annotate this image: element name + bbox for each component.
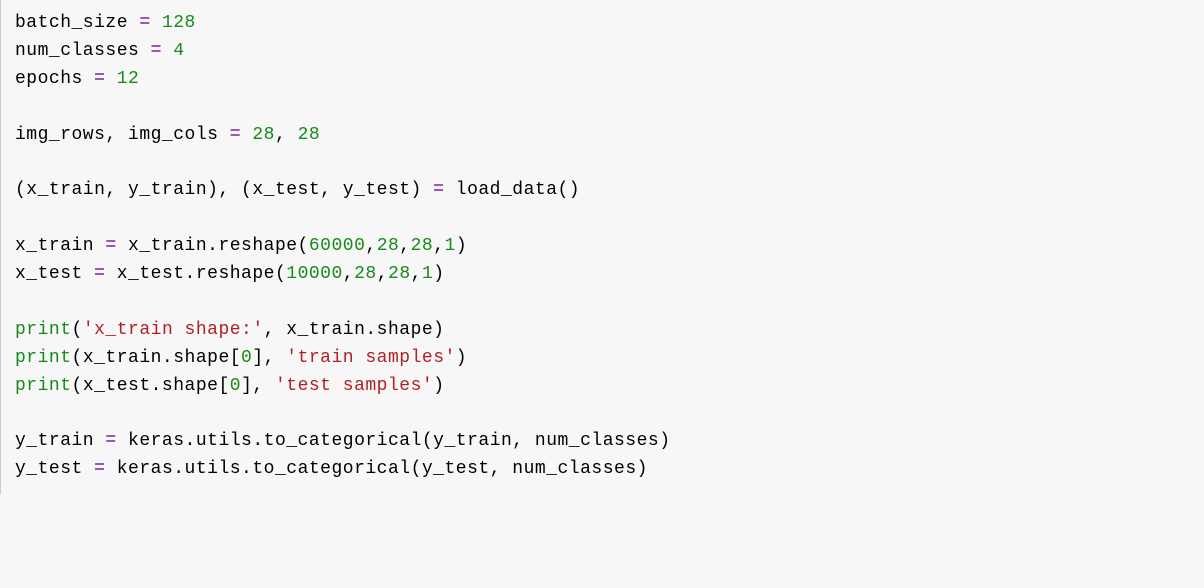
print-arg: (x_test.shape[ [72,376,230,396]
ident-x-test: x_test [15,264,94,284]
paren-close: ) [456,236,467,256]
print-arg: ], [241,376,275,396]
func-print: print [15,320,72,340]
op-assign: = [83,69,117,89]
comma: , [105,125,128,145]
comma: , [343,264,354,284]
num-10000: 10000 [286,264,343,284]
comma: , [377,264,388,284]
op-assign: = [105,431,128,451]
call-reshape: x_train.reshape( [128,236,309,256]
num-1: 1 [422,264,433,284]
ident-num-classes: num_classes [15,41,139,61]
ident-epochs: epochs [15,69,83,89]
ident-img-rows: img_rows [15,125,105,145]
ident-batch-size: batch_size [15,13,128,33]
ident-y-train: y_train [15,431,105,451]
str-train-samples: 'train samples' [286,348,456,368]
num-28: 28 [411,236,434,256]
func-print: print [15,348,72,368]
call-load-data: load_data() [456,180,580,200]
paren-close: ) [456,348,467,368]
ident-y-test: y_test [15,459,94,479]
func-print: print [15,376,72,396]
num-4: 4 [173,41,184,61]
num-28: 28 [252,125,275,145]
op-assign: = [128,13,162,33]
comma: , [275,125,298,145]
tuple-unpack: (x_train, y_train), (x_test, y_test) [15,180,433,200]
op-assign: = [94,264,117,284]
num-128: 128 [162,13,196,33]
code-block: batch_size = 128 num_classes = 4 epochs … [15,10,1190,484]
num-12: 12 [117,69,140,89]
print-rest: , x_train.shape) [264,320,445,340]
str-xtrain-shape: 'x_train shape:' [83,320,264,340]
op-assign: = [433,180,456,200]
comma: , [365,236,376,256]
op-assign: = [94,459,117,479]
comma: , [433,236,444,256]
num-28: 28 [298,125,321,145]
op-assign: = [139,41,173,61]
call-to-categorical: keras.utils.to_categorical(y_train, num_… [128,431,670,451]
num-28: 28 [388,264,411,284]
ident-img-cols: img_cols [128,125,218,145]
num-28: 28 [354,264,377,284]
num-0: 0 [230,376,241,396]
op-assign: = [218,125,252,145]
paren-close: ) [433,376,444,396]
print-arg: ], [252,348,286,368]
num-0: 0 [241,348,252,368]
call-to-categorical: keras.utils.to_categorical(y_test, num_c… [117,459,648,479]
num-60000: 60000 [309,236,366,256]
comma: , [399,236,410,256]
ident-x-train: x_train [15,236,105,256]
op-assign: = [105,236,128,256]
paren-close: ) [433,264,444,284]
print-arg: (x_train.shape[ [72,348,242,368]
str-test-samples: 'test samples' [275,376,433,396]
call-reshape: x_test.reshape( [117,264,287,284]
num-28: 28 [377,236,400,256]
paren-open: ( [72,320,83,340]
num-1: 1 [445,236,456,256]
comma: , [411,264,422,284]
